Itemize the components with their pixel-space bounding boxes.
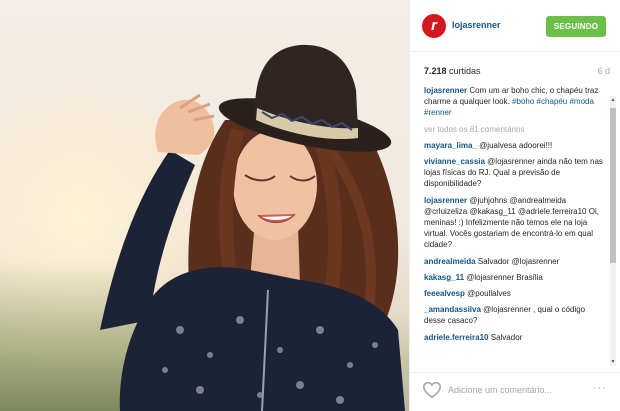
comment-username[interactable]: feeealvesp: [424, 289, 465, 298]
comment-item: kakasg_11 @lojasrenner Brasília: [424, 272, 606, 283]
comment-username[interactable]: _amandassilva: [424, 305, 481, 314]
caption: lojasrenner Com um ar boho chic, o chapé…: [424, 85, 606, 119]
likes-number: 7.218: [424, 66, 447, 76]
caption-username[interactable]: lojasrenner: [424, 86, 467, 95]
likes-label: curtidas: [449, 66, 481, 76]
renner-logo-icon[interactable]: r: [422, 14, 446, 38]
comments-list: lojasrenner Com um ar boho chic, o chapé…: [424, 85, 606, 367]
comment-text: Salvador: [490, 332, 523, 342]
post-timestamp[interactable]: 6 d: [597, 66, 610, 76]
comment-item: feeealvesp @poullalves: [424, 288, 606, 299]
post-header: r lojasrenner SEGUINDO: [410, 0, 620, 52]
comment-username[interactable]: vivianne_cassia: [424, 157, 485, 166]
post-sidebar: r lojasrenner SEGUINDO 7.218 curtidas 6 …: [409, 0, 620, 411]
post-photo: [0, 0, 409, 411]
comment-item: mayara_lima_ @jualvesa adoorei!!!: [424, 140, 606, 151]
comment-text: @lojasrenner Brasília: [466, 272, 543, 282]
following-button[interactable]: SEGUINDO: [546, 16, 606, 37]
view-all-comments-link[interactable]: ver todos os 81 comentários: [424, 124, 606, 135]
likes-count[interactable]: 7.218 curtidas: [424, 66, 481, 76]
comment-username[interactable]: lojasrenner: [424, 196, 467, 205]
comment-item: vivianne_cassia @lojasrenner ainda não t…: [424, 156, 606, 190]
post-author-username[interactable]: lojasrenner: [452, 20, 501, 30]
heart-icon[interactable]: [422, 381, 442, 399]
comment-item: adriele.ferreira10 Salvador: [424, 332, 606, 343]
comment-username[interactable]: andrealmeida: [424, 257, 476, 266]
scroll-down-arrow-icon[interactable]: ▼: [610, 358, 616, 366]
scroll-up-arrow-icon[interactable]: ▲: [610, 96, 616, 104]
comment-item: _amandassilva @lojasrenner , qual o códi…: [424, 304, 606, 326]
post-actions-bar: ···: [410, 372, 620, 411]
comment-username[interactable]: kakasg_11: [424, 273, 464, 282]
scrollbar-thumb[interactable]: [610, 108, 616, 263]
more-options-icon[interactable]: ···: [593, 382, 607, 394]
woman-in-hat-illustration: [100, 44, 405, 411]
comment-text: Salvador @lojasrenner: [477, 256, 560, 266]
add-comment-input[interactable]: [448, 382, 588, 398]
comment-item: lojasrenner @juhjohns @andrealmeida @crl…: [424, 195, 606, 251]
comment-username[interactable]: mayara_lima_: [424, 141, 477, 150]
comments-scrollbar[interactable]: ▲ ▼: [610, 96, 616, 366]
comment-item: andrealmeida Salvador @lojasrenner: [424, 256, 606, 267]
comment-username[interactable]: adriele.ferreira10: [424, 333, 489, 342]
comment-text: @poullalves: [467, 289, 511, 299]
comment-text: @jualvesa adoorei!!!: [479, 140, 553, 150]
